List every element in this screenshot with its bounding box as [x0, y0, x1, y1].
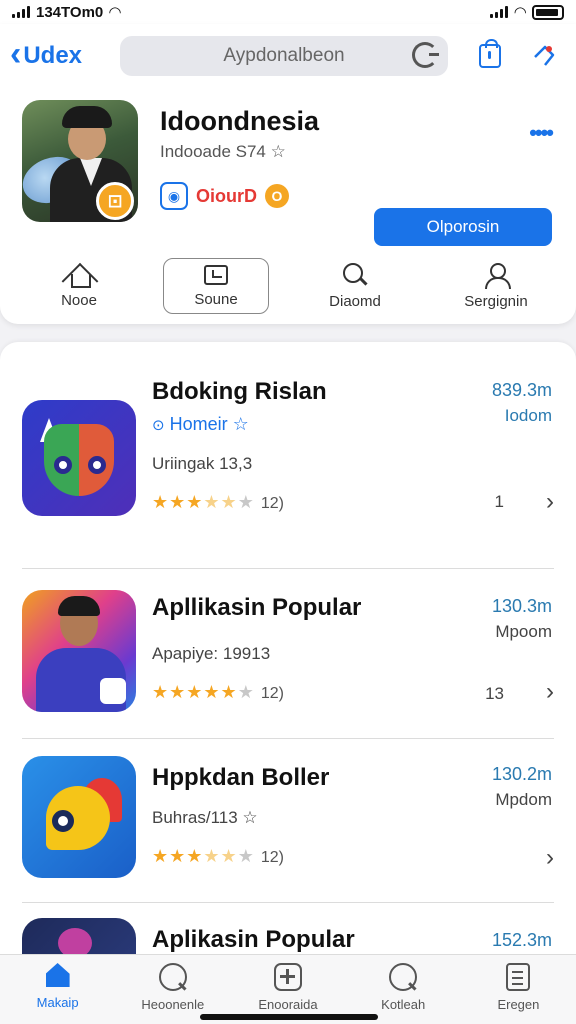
divider	[22, 568, 554, 569]
home-icon	[66, 264, 92, 288]
chevron-right-icon[interactable]: ›	[546, 488, 554, 516]
featured-brand: OiourD	[196, 185, 257, 206]
home-indicator[interactable]	[200, 1014, 378, 1020]
search-placeholder: Aypdonalbeon	[223, 45, 345, 66]
wifi-icon-right: ◠	[514, 4, 526, 21]
app-title: Hppkdan Boller	[152, 764, 330, 791]
app-rank: 13	[485, 684, 504, 703]
category-tab-2[interactable]: Soune	[163, 258, 269, 314]
plus-icon	[274, 963, 302, 991]
chevron-left-icon: ‹	[10, 35, 22, 73]
featured-app-subtitle: Indooade S74 ☆	[160, 142, 286, 161]
featured-primary-button[interactable]: Olporosin	[374, 208, 552, 246]
category-label: Soune	[194, 290, 238, 308]
header-card: ‹ Udex Aypdonalbeon ⊡ Idoondnesia Indooa…	[0, 24, 576, 324]
shopping-bag-icon	[479, 39, 501, 68]
info-icon: ⊙	[152, 417, 165, 434]
search-icon	[343, 262, 367, 287]
app-title: Aplikasin Popular	[152, 926, 355, 953]
app-meta: Uriingak 13,3	[152, 454, 253, 473]
app-list: Bdoking Rislan ⊙ Homeir ☆ Uriingak 13,3 …	[0, 342, 576, 954]
app-developer[interactable]: ⊙ Homeir ☆	[152, 414, 249, 435]
status-bar: 134TOm0 ◠ ◠	[0, 0, 576, 24]
category-label: Diaomd	[329, 292, 381, 310]
share-icon	[534, 45, 555, 66]
star-rating: ★★★★★★ 12)	[152, 682, 284, 702]
list-item[interactable]: Apllikasin Popular Apapiye: 19913 ★★★★★★…	[0, 590, 576, 750]
featured-app-badge-icon: ⊡	[96, 182, 134, 220]
chevron-right-icon[interactable]: ›	[546, 678, 554, 706]
app-icon-bird[interactable]	[22, 756, 136, 878]
app-meta: Buhras/113 ☆	[152, 808, 258, 827]
category-label: Sergignin	[464, 292, 528, 310]
frame-icon	[204, 264, 228, 285]
orange-badge: O	[265, 184, 289, 208]
app-icon-popular[interactable]	[22, 590, 136, 712]
app-icon-mask[interactable]	[22, 400, 136, 516]
tab-today[interactable]: Makaip	[0, 955, 115, 1024]
star-rating: ★★★★★★ 12)	[152, 492, 284, 512]
app-icon-partial[interactable]	[22, 918, 136, 954]
divider	[22, 738, 554, 739]
app-size: 839.3m	[491, 380, 552, 400]
category-tab-3[interactable]: Diaomd	[302, 258, 408, 314]
signal-icon	[12, 6, 30, 18]
app-rank: 1	[494, 492, 504, 511]
tab-label: Heoonenle	[141, 997, 205, 1012]
bag-button[interactable]	[474, 39, 506, 72]
tab-label: Makaip	[36, 995, 79, 1010]
app-size: 152.3m	[491, 930, 552, 950]
person-icon	[484, 262, 511, 289]
category-tab-1[interactable]: Nooe	[26, 258, 132, 314]
search-input[interactable]: Aypdonalbeon	[120, 36, 448, 76]
search-icon	[158, 963, 187, 991]
tab-label: Kotleah	[381, 997, 426, 1012]
app-title: Bdoking Rislan	[152, 378, 327, 405]
chevron-right-icon[interactable]: ›	[546, 844, 554, 872]
back-button[interactable]: ‹ Udex	[10, 35, 83, 74]
search-icon	[389, 963, 418, 991]
tab-label: Enooraida	[258, 997, 318, 1012]
list-item[interactable]: Bdoking Rislan ⊙ Homeir ☆ Uriingak 13,3 …	[0, 372, 576, 572]
app-title: Apllikasin Popular	[152, 594, 362, 621]
document-icon	[506, 963, 531, 991]
featured-app-badges: ◉ OiourD O	[160, 182, 289, 210]
app-size-unit: Iodom	[504, 406, 552, 425]
star-rating: ★★★★★★ 12)	[152, 846, 284, 866]
battery-icon	[532, 4, 564, 20]
share-button[interactable]	[528, 40, 560, 72]
tab-label: Eregen	[497, 997, 540, 1012]
wifi-icon: ◠	[109, 4, 121, 21]
google-icon[interactable]	[412, 42, 439, 68]
status-time: 134TOm0	[36, 3, 104, 21]
user-badge-icon: ◉	[160, 182, 188, 210]
cellular-icon	[490, 6, 509, 18]
app-size-unit: Mpoom	[495, 622, 552, 641]
app-meta: Apapiye: 19913	[152, 644, 271, 663]
app-size: 130.3m	[491, 596, 552, 616]
divider	[22, 902, 554, 903]
back-label: Udex	[23, 42, 83, 69]
category-tab-4[interactable]: Sergignin	[443, 258, 549, 314]
list-item[interactable]: Aplikasin Popular 152.3m	[0, 918, 576, 954]
list-item[interactable]: Hppkdan Boller Buhras/113 ☆ ★★★★★★ 12) 13…	[0, 756, 576, 896]
app-size: 130.2m	[491, 764, 552, 784]
featured-app-title: Idoondnesia	[160, 106, 320, 136]
nav-bar: ‹ Udex Aypdonalbeon	[0, 34, 576, 78]
tab-updates[interactable]: Eregen	[461, 955, 576, 1024]
home-icon	[43, 963, 73, 989]
more-options-button[interactable]: ••••	[529, 120, 554, 146]
app-size-unit: Mpdom	[495, 790, 552, 809]
